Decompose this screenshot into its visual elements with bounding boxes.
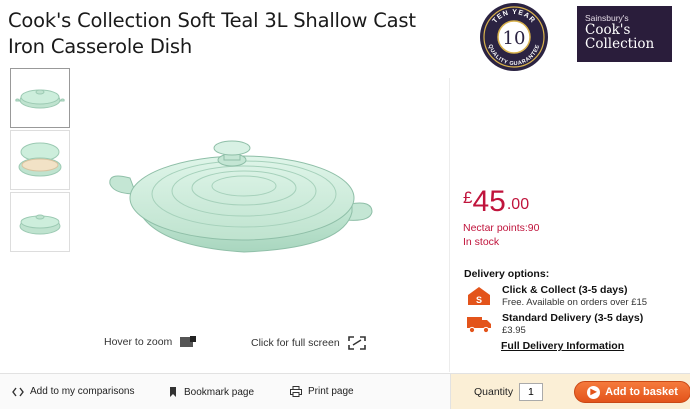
arrow-right-icon: ▶: [587, 385, 601, 399]
printer-icon: [290, 386, 302, 397]
page-actions: Add to my comparisons Bookmark page Prin…: [0, 374, 450, 409]
product-main-image[interactable]: [104, 120, 376, 270]
hover-to-zoom: Hover to zoom: [104, 336, 197, 348]
click-collect-sub: Free. Available on orders over £15: [502, 297, 648, 308]
full-delivery-info-link[interactable]: Full Delivery Information: [501, 340, 624, 352]
quantity-label: Quantity: [474, 386, 514, 398]
brand-line-2: Collection: [585, 36, 655, 52]
action-bar: Add to my comparisons Bookmark page Prin…: [0, 373, 690, 409]
expand-icon: [347, 336, 366, 350]
thumbnail-2[interactable]: [10, 130, 70, 190]
click-collect-title: Click & Collect (3-5 days): [502, 284, 628, 296]
ten-year-guarantee-badge: TEN YEAR QUALITY GUARANTEE 10: [480, 3, 548, 71]
standard-delivery-title: Standard Delivery (3-5 days): [502, 312, 644, 324]
add-to-comparisons-label: Add to my comparisons: [30, 386, 135, 397]
bookmark-page-label: Bookmark page: [184, 386, 255, 398]
svg-text:S: S: [476, 295, 482, 305]
add-to-comparisons-link[interactable]: Add to my comparisons: [12, 386, 135, 397]
add-to-basket-label: Add to basket: [605, 386, 678, 398]
price-pounds: 45: [472, 185, 506, 218]
basket-panel: Quantity ▶ Add to basket: [450, 374, 690, 409]
price-pence: .00: [506, 196, 530, 213]
stock-status: In stock: [463, 236, 500, 248]
bookmark-page-link[interactable]: Bookmark page: [168, 386, 254, 398]
print-page-label: Print page: [308, 386, 354, 397]
casserole-thumb-icon: [15, 89, 65, 109]
cooks-collection-logo: Sainsbury's Cook's Collection: [577, 6, 672, 62]
brand-line-1: Cook's: [585, 22, 631, 38]
standard-delivery-price: £3.95: [502, 325, 526, 336]
full-screen-link[interactable]: Click for full screen: [251, 336, 366, 350]
thumbnail-3[interactable]: [10, 192, 70, 252]
click-collect-option: S Click & Collect (3-5 days) Free. Avail…: [466, 284, 647, 309]
print-page-link[interactable]: Print page: [290, 386, 354, 397]
hover-to-zoom-label: Hover to zoom: [104, 336, 173, 348]
standard-delivery-option: Standard Delivery (3-5 days) £3.95: [466, 312, 643, 337]
nectar-points: Nectar points:90: [463, 222, 540, 234]
add-to-basket-button[interactable]: ▶ Add to basket: [574, 381, 690, 403]
full-screen-label: Click for full screen: [251, 337, 340, 349]
quantity-input[interactable]: [519, 383, 543, 401]
click-collect-icon: S: [468, 287, 490, 305]
price-currency: £: [463, 188, 473, 207]
price: £ 45 .00: [463, 186, 529, 218]
delivery-heading: Delivery options:: [464, 268, 550, 280]
svg-text:10: 10: [503, 28, 526, 49]
casserole-side-thumb-icon: [19, 214, 61, 235]
casserole-open-thumb-icon: [18, 142, 62, 177]
compare-arrows-icon: [12, 387, 24, 396]
thumbnail-gallery: [10, 68, 70, 254]
zoom-icon: [180, 336, 197, 347]
divider: [449, 78, 450, 372]
bookmark-icon: [170, 387, 176, 397]
thumbnail-1[interactable]: [10, 68, 70, 128]
product-title: Cook's Collection Soft Teal 3L Shallow C…: [8, 9, 416, 58]
delivery-van-icon: [467, 317, 491, 334]
